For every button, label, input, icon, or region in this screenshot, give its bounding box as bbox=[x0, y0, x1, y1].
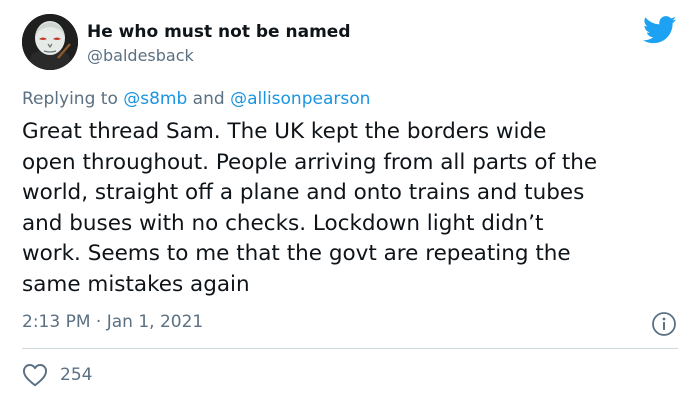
replying-to-line: Replying to @s8mb and @allisonpearson bbox=[22, 89, 370, 109]
twitter-bird-glyph bbox=[643, 16, 677, 44]
voldemort-avatar-icon bbox=[22, 14, 78, 70]
replying-prefix: Replying to bbox=[22, 89, 124, 109]
tweet-text: Great thread Sam. The UK kept the border… bbox=[22, 119, 598, 297]
like-button[interactable]: 254 bbox=[22, 363, 92, 387]
info-icon[interactable] bbox=[651, 311, 677, 337]
like-count: 254 bbox=[60, 365, 93, 385]
replying-separator: and bbox=[187, 89, 231, 109]
author-display-name[interactable]: He who must not be named bbox=[87, 22, 351, 42]
author-handle[interactable]: @baldesback bbox=[87, 46, 194, 65]
heart-icon bbox=[22, 364, 48, 387]
author-avatar[interactable] bbox=[22, 14, 78, 70]
tweet-card: He who must not be named @baldesback Rep… bbox=[0, 0, 700, 402]
mention-link-s8mb[interactable]: @s8mb bbox=[123, 89, 187, 109]
info-glyph bbox=[652, 312, 676, 336]
mention-link-allisonpearson[interactable]: @allisonpearson bbox=[230, 89, 370, 109]
tweet-timestamp[interactable]: 2:13 PM · Jan 1, 2021 bbox=[22, 312, 203, 332]
divider bbox=[22, 348, 678, 349]
twitter-bird-icon[interactable] bbox=[643, 16, 677, 44]
